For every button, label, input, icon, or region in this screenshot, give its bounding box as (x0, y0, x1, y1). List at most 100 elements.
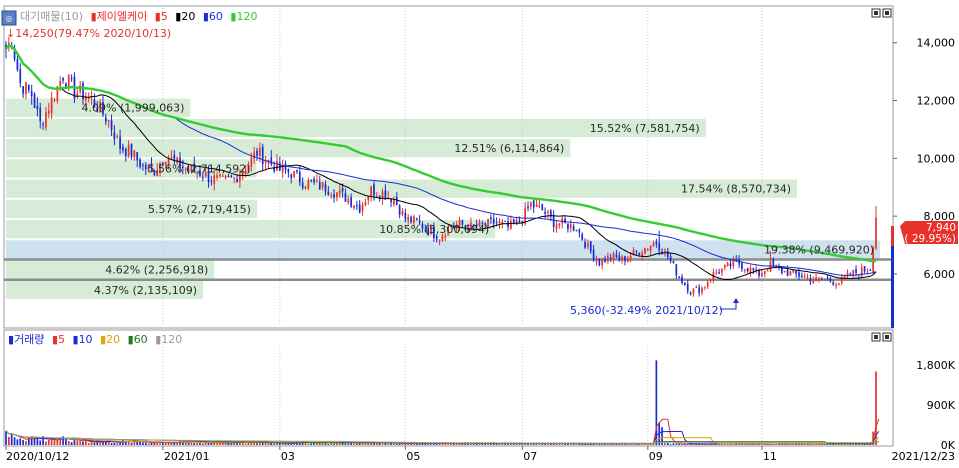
volume-bar (144, 442, 147, 445)
volume-bar (344, 443, 347, 445)
volume-bar (404, 443, 407, 445)
volume-bar (25, 440, 27, 445)
vol-legend-4: 60 (134, 333, 148, 346)
volume-bar (858, 444, 860, 445)
volume-profile-band-5 (6, 179, 798, 198)
volume-bar (512, 444, 515, 445)
volume-profile-label-1: 4.62% (2,256,918) (105, 264, 208, 277)
volume-profile-label-9: 4.09% (1,999,063) (81, 102, 184, 115)
volume-bar (67, 440, 70, 445)
volume-bar (273, 443, 275, 445)
price-axis-label: 12,000 (917, 95, 956, 108)
stock-chart-window: 4.37% (2,135,109) 4.62% (2,256,918) 19.38%… (0, 0, 959, 464)
volume-bar (458, 444, 461, 445)
volume-bar (761, 444, 763, 445)
settings-icon[interactable]: ◎ (1, 10, 17, 26)
svg-text:◎: ◎ (6, 14, 13, 23)
volume-bar (333, 443, 335, 445)
low-price-label: 5,360(-32.49% 2021/10/12) (570, 304, 723, 317)
volume-bar (470, 444, 472, 445)
x-axis-label: 2021/01 (164, 450, 210, 463)
volume-axis-label: 900K (927, 399, 956, 412)
volume-bar (221, 443, 224, 445)
volume-bar (193, 442, 196, 445)
volume-profile-label-5: 17.54% (8,570,734) (681, 183, 791, 196)
volume-bar (672, 443, 675, 445)
x-axis-label: 03 (281, 450, 295, 463)
volume-bar (164, 442, 167, 445)
candle (644, 247, 646, 255)
volume-bar (664, 443, 666, 445)
volume-profile-label-3: 10.85% (5,300,694) (379, 223, 489, 236)
candle (598, 258, 601, 267)
volume-bar (310, 443, 313, 445)
volume-bar (355, 443, 358, 445)
high-price-label: ↓14,250(79.47% 2020/10/13) (6, 27, 171, 40)
candle (33, 92, 36, 109)
volume-panel-restore-button[interactable] (871, 332, 881, 342)
volume-bar (373, 443, 375, 445)
volume-bar (689, 444, 692, 445)
volume-bar (93, 442, 96, 445)
volume-bar (45, 441, 47, 445)
price-panel-maximize-button[interactable] (882, 8, 892, 18)
volume-bar (150, 442, 153, 445)
volume-bar (244, 443, 247, 445)
volume-bar (201, 443, 204, 445)
volume-bar (809, 444, 812, 445)
volume-panel-frame (3, 329, 894, 447)
volume-bar (607, 444, 609, 445)
volume-bar (718, 444, 720, 445)
volume-bar (47, 439, 50, 445)
volume-bar (85, 440, 87, 445)
price-panel-restore-button[interactable] (871, 8, 881, 18)
volume-bar (444, 444, 447, 445)
volume-bar (50, 439, 53, 445)
price-axis-label: 14,000 (917, 37, 956, 50)
volume-bar (575, 444, 578, 445)
current-price-scale-bar-up (891, 226, 894, 246)
volume-bar (70, 442, 73, 445)
vol-legend-2: 10 (79, 333, 93, 346)
volume-bar (706, 444, 709, 445)
volume-bar (398, 443, 401, 445)
candle (541, 203, 544, 211)
legend-ma20: 20 (181, 10, 195, 23)
volume-bar (598, 444, 601, 445)
volume-bar (307, 444, 310, 445)
legend-prefix: 대기매물(10) (20, 10, 83, 23)
volume-bar (16, 439, 19, 445)
volume-bar (284, 443, 287, 445)
volume-bar (19, 438, 22, 445)
price-axis-label: 6,000 (924, 268, 956, 281)
x-axis-label: 05 (406, 450, 420, 463)
volume-profile-label-8: 15.52% (7,581,754) (590, 122, 700, 135)
volume-axis-label: 1,800K (916, 359, 955, 372)
volume-profile-label-0: 4.37% (2,135,109) (94, 284, 197, 297)
volume-bar (256, 443, 258, 445)
volume-bar (327, 443, 330, 445)
volume-bar (758, 444, 760, 445)
volume-profile-label-2: 19.38% (9,469,920) (764, 243, 874, 256)
volume-bar (353, 443, 355, 445)
volume-bar (39, 440, 42, 445)
volume-bar (22, 440, 24, 445)
volume-bar (427, 444, 430, 445)
x-axis-label: 07 (523, 450, 537, 463)
vol-legend-1: 5 (58, 333, 65, 346)
volume-legend: ▮거래량 ▮5 ▮10 ▮20 ▮60 ▮120 (8, 333, 182, 346)
volume-bar (13, 437, 16, 445)
volume-profile-label-6: 5.56% (2,714,592) (148, 162, 251, 175)
volume-bar (681, 444, 683, 445)
volume-bar (378, 443, 381, 445)
volume-bar (79, 441, 82, 445)
volume-bar (90, 441, 93, 445)
vol-legend-0: 거래량 (14, 333, 44, 346)
volume-bar (139, 441, 141, 445)
volume-bar (675, 444, 678, 445)
volume-bar (87, 443, 90, 445)
volume-panel-maximize-button[interactable] (882, 332, 892, 342)
legend-stock-name: 제이엘케이 (97, 10, 148, 23)
current-price-change: ( 29.95%) (904, 233, 956, 245)
volume-bar (669, 444, 672, 445)
